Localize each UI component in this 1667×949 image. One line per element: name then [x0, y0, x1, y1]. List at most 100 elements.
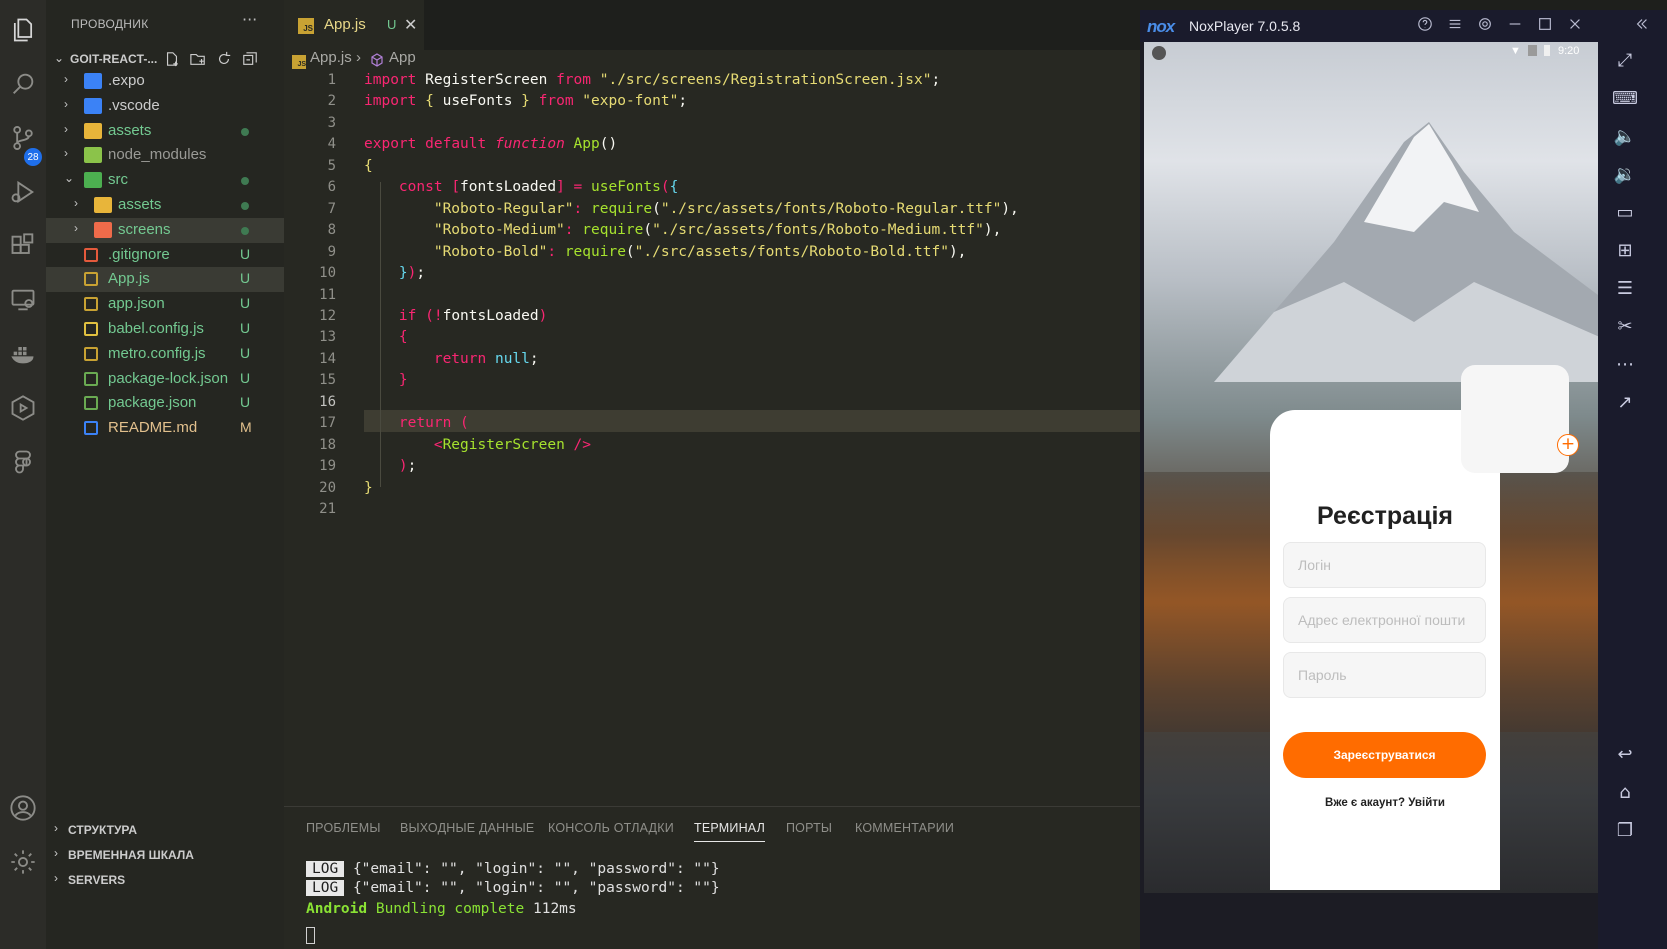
git-status-badge: U	[240, 369, 251, 386]
tree-item[interactable]: package-lock.json U	[46, 367, 284, 392]
code-line: <RegisterScreen />	[364, 437, 591, 453]
code-token: useFonts	[591, 179, 661, 196]
chevron-right-icon: ›	[74, 196, 78, 210]
breadcrumb-file[interactable]: App.js	[310, 49, 352, 66]
screenshot-scissors-icon[interactable]: ✂	[1612, 314, 1638, 340]
tree-item-label: babel.config.js	[108, 320, 204, 337]
log-label: LOG	[306, 880, 345, 896]
panel-tab[interactable]: ВЫХОДНЫЕ ДАННЫЕ	[400, 821, 534, 835]
tree-item[interactable]: .gitignore U	[46, 243, 284, 268]
panel-tab[interactable]: ПРОБЛЕМЫ	[306, 821, 381, 835]
tree-item[interactable]: › .vscode	[46, 94, 284, 119]
tree-item[interactable]: › node_modules	[46, 143, 284, 168]
apk-install-icon[interactable]: ⊞	[1612, 238, 1638, 264]
more-actions-icon[interactable]: ···	[242, 10, 257, 29]
code-token: ),	[983, 222, 1002, 239]
code-line: "Roboto-Medium": require("./src/assets/f…	[364, 222, 1001, 238]
settings-gear-icon[interactable]	[7, 846, 39, 878]
home-icon[interactable]: ⌂	[1612, 780, 1638, 806]
tree-item[interactable]: › .expo	[46, 69, 284, 94]
android-screen[interactable]: ▼ 9:20 + Реєстрація Логін Адрес електрон…	[1144, 42, 1598, 893]
section-timeline[interactable]: › ВРЕМЕННАЯ ШКАЛА	[46, 843, 284, 867]
tab-app-js[interactable]: JS App.js U ✕	[284, 0, 424, 50]
workspace-name: GOIT-REACT-...	[70, 52, 158, 66]
collapse-sidebar-icon[interactable]	[1633, 16, 1651, 34]
line-number: 18	[319, 436, 336, 453]
tree-item[interactable]: › assets	[46, 193, 284, 218]
email-input[interactable]: Адрес електронної пошти	[1283, 597, 1486, 643]
more-icon[interactable]: ⋯	[1612, 352, 1638, 378]
login-input[interactable]: Логін	[1283, 542, 1486, 588]
collapse-all-icon[interactable]	[242, 51, 260, 69]
minimize-icon[interactable]	[1506, 16, 1524, 34]
tree-item[interactable]: babel.config.js U	[46, 317, 284, 342]
log-label: LOG	[306, 861, 345, 877]
new-folder-icon[interactable]	[190, 51, 208, 69]
tree-item[interactable]: app.json U	[46, 292, 284, 317]
tab-label: App.js	[324, 16, 366, 33]
docker-icon[interactable]	[7, 338, 39, 370]
tree-item-label: .gitignore	[108, 245, 170, 263]
close-icon[interactable]	[1566, 16, 1584, 34]
panel-tab[interactable]: ТЕРМИНАЛ	[694, 821, 766, 842]
js-file-icon: JS	[292, 55, 306, 69]
panel-tab[interactable]: КОММЕНТАРИИ	[855, 821, 954, 835]
panel-tab[interactable]: КОНСОЛЬ ОТЛАДКИ	[548, 821, 674, 835]
code-token: }	[398, 372, 408, 389]
keyboard-mapping-icon[interactable]: ⌨	[1612, 86, 1638, 112]
explorer-icon[interactable]	[7, 14, 39, 46]
account-icon[interactable]	[7, 792, 39, 824]
refresh-icon[interactable]	[216, 51, 234, 69]
avatar-placeholder[interactable]	[1461, 365, 1569, 473]
tree-item[interactable]: ⌄ src	[46, 168, 284, 193]
menu-icon[interactable]	[1446, 16, 1464, 34]
explorer-title: ПРОВОДНИК	[71, 17, 149, 31]
tree-item[interactable]: App.js U	[46, 267, 284, 293]
new-file-icon[interactable]	[164, 51, 182, 69]
workspace-root[interactable]: ⌄ GOIT-REACT-...	[46, 49, 284, 71]
close-icon[interactable]: ✕	[404, 15, 417, 34]
recent-apps-icon[interactable]: ❐	[1612, 818, 1638, 844]
multi-instance-icon[interactable]: ☰	[1612, 276, 1638, 302]
run-debug-icon[interactable]	[7, 176, 39, 208]
tree-item[interactable]: › assets	[46, 119, 284, 144]
settings-gear-icon[interactable]	[1476, 16, 1494, 34]
back-icon[interactable]: ↩	[1612, 742, 1638, 768]
volume-down-icon[interactable]: 🔉	[1612, 162, 1638, 188]
register-button[interactable]: Зареєструватися	[1283, 732, 1486, 778]
line-number: 10	[319, 265, 336, 282]
extensions-icon[interactable]	[7, 230, 39, 262]
breadcrumb-symbol[interactable]: App	[389, 49, 416, 66]
expo-tools-icon[interactable]	[7, 392, 39, 424]
section-structure[interactable]: › СТРУКТУРА	[46, 818, 284, 842]
figma-icon[interactable]	[7, 446, 39, 478]
help-icon[interactable]	[1416, 16, 1434, 34]
remote-explorer-icon[interactable]	[7, 284, 39, 316]
file-icon	[84, 346, 98, 361]
fullscreen-icon[interactable]: ⤢	[1612, 48, 1638, 74]
tree-item[interactable]: metro.config.js U	[46, 342, 284, 367]
code-token: require	[582, 222, 644, 239]
share-icon[interactable]: ↗	[1612, 390, 1638, 416]
tree-item[interactable]: › screens	[46, 217, 284, 243]
current-line-highlight	[364, 410, 1140, 432]
tree-item[interactable]: package.json U	[46, 391, 284, 416]
password-input[interactable]: Пароль	[1283, 652, 1486, 698]
line-number: 17	[319, 415, 336, 432]
screen-icon[interactable]: ▭	[1612, 200, 1638, 226]
code-token: {	[398, 329, 408, 346]
add-photo-icon[interactable]: +	[1557, 434, 1579, 456]
volume-up-icon[interactable]: 🔈	[1612, 124, 1638, 150]
panel-tab[interactable]: ПОРТЫ	[786, 821, 832, 835]
login-link[interactable]: Вже є акаунт? Увійти	[1270, 797, 1500, 809]
section-servers[interactable]: › SERVERS	[46, 868, 284, 892]
tree-item[interactable]: README.md M	[46, 416, 284, 441]
code-editor[interactable]: 1 import RegisterScreen from "./src/scree…	[284, 72, 1140, 806]
search-icon[interactable]	[7, 68, 39, 100]
maximize-icon[interactable]	[1536, 16, 1554, 34]
